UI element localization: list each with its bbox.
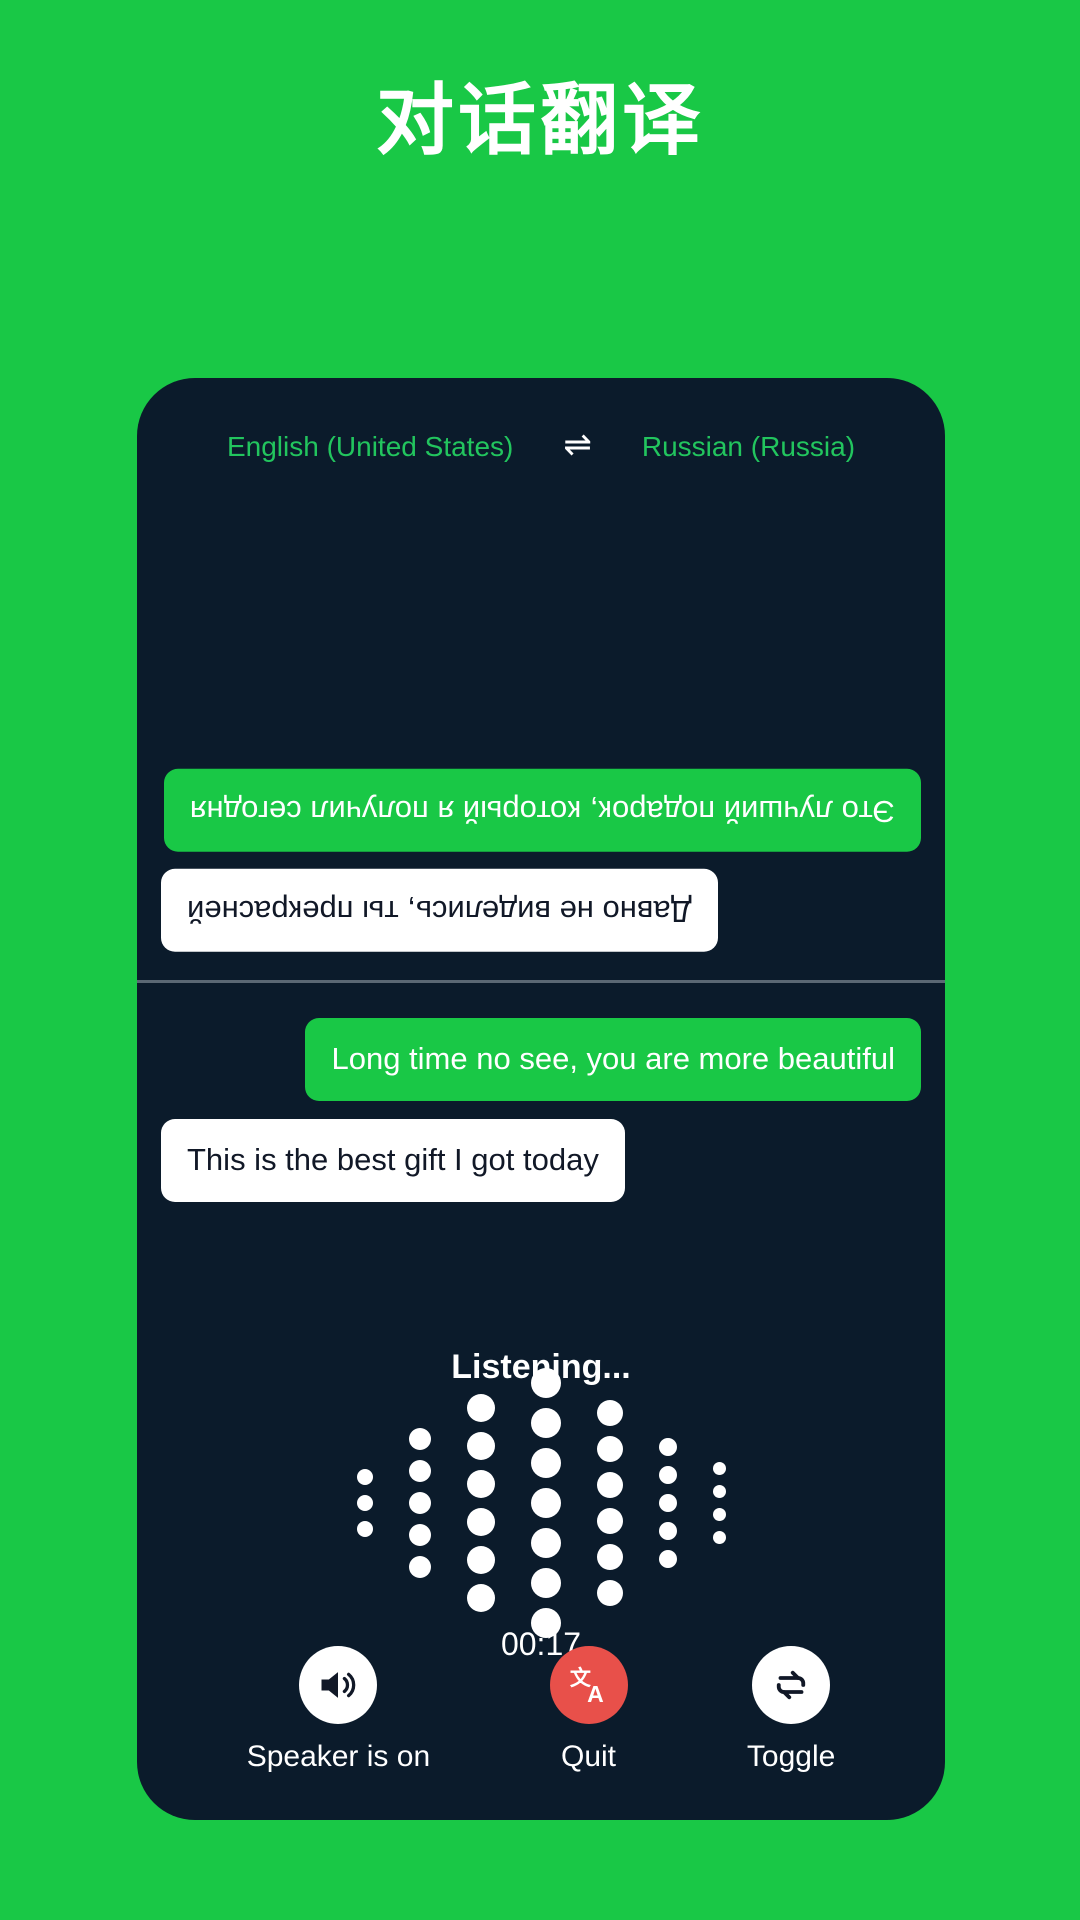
waveform-dot xyxy=(530,1528,561,1558)
waveform-column xyxy=(408,1428,431,1578)
quit-button-label: Quit xyxy=(561,1740,617,1773)
waveform-dot xyxy=(712,1485,726,1498)
waveform-dot xyxy=(596,1580,623,1606)
speaker-on-icon xyxy=(299,1646,378,1724)
phone-frame: English (United States) ⇌ Russian (Russi… xyxy=(137,378,945,1820)
waveform-dot xyxy=(408,1556,431,1578)
quit-button[interactable]: 文 A Quit xyxy=(549,1646,628,1774)
waveform-dot xyxy=(408,1492,431,1514)
speaker-button-label: Speaker is on xyxy=(246,1740,431,1773)
waveform-dot xyxy=(658,1494,677,1512)
waveform-dot xyxy=(530,1368,561,1398)
waveform-dot xyxy=(466,1508,495,1536)
speaker-button[interactable]: Speaker is on xyxy=(247,1646,430,1774)
waveform-dot xyxy=(712,1462,726,1475)
waveform-dot xyxy=(712,1531,726,1544)
waveform-dot xyxy=(596,1544,623,1570)
waveform-column xyxy=(658,1438,677,1568)
waveform-dot xyxy=(658,1522,677,1540)
message-bubble[interactable]: Это лучший подарок, который я получил се… xyxy=(163,768,921,852)
page-title: 对话翻译 xyxy=(375,76,704,164)
message-row: Long time no see, you are more beautiful xyxy=(161,1018,921,1101)
waveform-dot xyxy=(712,1508,726,1521)
waveform-dot xyxy=(356,1521,373,1537)
waveform-dot xyxy=(408,1524,431,1546)
waveform-column xyxy=(596,1400,623,1606)
control-bar: Speaker is on 文 A Quit Toggle xyxy=(137,1646,945,1774)
waveform-dot xyxy=(658,1466,677,1484)
message-row: This is the best gift I got today xyxy=(161,1118,921,1202)
waveform-dot xyxy=(356,1495,373,1511)
waveform-dot xyxy=(466,1584,495,1612)
waveform-dot xyxy=(530,1568,561,1598)
translate-icon: 文 A xyxy=(549,1646,628,1724)
audio-waveform xyxy=(137,1368,945,1638)
remote-conversation-pane: Это лучший подарок, который я получил се… xyxy=(137,488,945,980)
waveform-column xyxy=(712,1462,726,1544)
toggle-swap-icon xyxy=(752,1646,831,1724)
local-conversation-pane: Long time no see, you are more beautiful… xyxy=(137,990,945,1220)
toggle-button[interactable]: Toggle xyxy=(747,1646,835,1774)
svg-text:A: A xyxy=(587,1681,604,1707)
message-row: Это лучший подарок, который я получил се… xyxy=(161,768,921,852)
swap-horizontal-icon[interactable]: ⇌ xyxy=(563,428,592,462)
waveform-dot xyxy=(658,1438,677,1456)
waveform-column xyxy=(530,1368,561,1638)
waveform-dot xyxy=(596,1400,623,1426)
waveform-dot xyxy=(596,1472,623,1498)
message-bubble[interactable]: Long time no see, you are more beautiful xyxy=(305,1018,921,1101)
waveform-dot xyxy=(408,1460,431,1482)
waveform-dot xyxy=(466,1470,495,1498)
waveform-dot xyxy=(596,1436,623,1462)
waveform-dot xyxy=(596,1508,623,1534)
conversation-divider xyxy=(137,980,945,983)
message-row: Давно не виделись, ты прекрасней xyxy=(161,869,921,952)
waveform-dot xyxy=(530,1448,561,1478)
toggle-button-label: Toggle xyxy=(746,1740,836,1773)
waveform-dot xyxy=(356,1469,373,1485)
message-bubble[interactable]: Давно не виделись, ты прекрасней xyxy=(161,869,718,952)
waveform-dot xyxy=(530,1408,561,1438)
waveform-dot xyxy=(466,1546,495,1574)
waveform-dot xyxy=(466,1432,495,1460)
waveform-dot xyxy=(530,1488,561,1518)
waveform-dot xyxy=(408,1428,431,1450)
waveform-dot xyxy=(466,1394,495,1422)
message-bubble[interactable]: This is the best gift I got today xyxy=(161,1118,625,1202)
waveform-column xyxy=(466,1394,495,1612)
source-language-label[interactable]: English (United States) xyxy=(227,431,513,463)
waveform-dot xyxy=(658,1550,677,1568)
target-language-label[interactable]: Russian (Russia) xyxy=(642,431,855,463)
language-bar: English (United States) ⇌ Russian (Russi… xyxy=(137,428,945,464)
waveform-column xyxy=(356,1469,373,1537)
